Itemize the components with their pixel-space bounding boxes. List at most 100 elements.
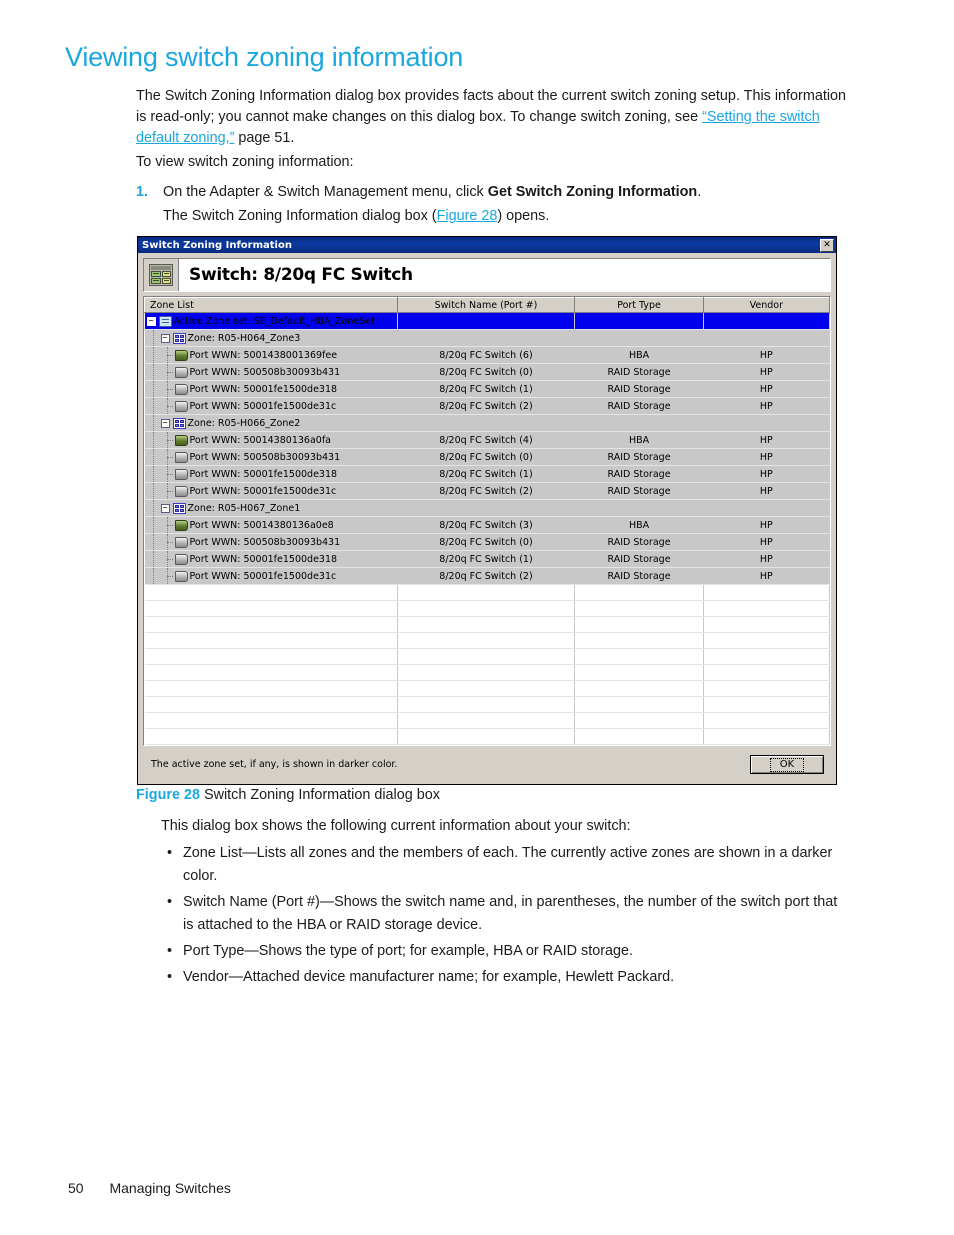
tree-guide bbox=[147, 415, 161, 431]
empty-cell bbox=[703, 632, 831, 649]
tree-node[interactable]: Port WWN: 50001fe1500de318 bbox=[145, 551, 397, 567]
empty-table-row bbox=[144, 632, 831, 649]
tree-guide bbox=[161, 364, 175, 380]
tree-node[interactable]: Port WWN: 50001fe1500de318 bbox=[145, 381, 397, 397]
table-row[interactable]: Port WWN: 500508b30093b431 8/20q FC Switc… bbox=[144, 448, 831, 466]
description-lead: This dialog box shows the following curr… bbox=[161, 818, 631, 834]
empty-cell bbox=[397, 696, 576, 713]
zone-list-cell[interactable]: Port WWN: 500508b30093b431 bbox=[144, 363, 398, 381]
tree-node[interactable]: Port WWN: 50001fe1500de31c bbox=[145, 568, 397, 584]
tree-guide bbox=[161, 534, 175, 550]
column-header-zone-list[interactable]: Zone List bbox=[144, 297, 398, 313]
tree-node[interactable]: Port WWN: 500508b30093b431 bbox=[145, 364, 397, 380]
empty-cell bbox=[397, 616, 576, 633]
tree-node[interactable]: − Active Zone set: SE_Default_HBA_ZoneSet bbox=[145, 313, 397, 329]
table-row[interactable]: Port WWN: 50001fe1500de318 8/20q FC Switc… bbox=[144, 465, 831, 483]
table-row[interactable]: Port WWN: 50001fe1500de31c 8/20q FC Switc… bbox=[144, 482, 831, 500]
port-type-cell: HBA bbox=[574, 346, 704, 364]
zone-list-cell[interactable]: Port WWN: 500508b30093b431 bbox=[144, 533, 398, 551]
ok-button[interactable]: OK bbox=[750, 755, 824, 774]
tree-node[interactable]: Port WWN: 50001fe1500de31c bbox=[145, 483, 397, 499]
to-view-paragraph: To view switch zoning information: bbox=[136, 154, 354, 170]
table-row[interactable]: Port WWN: 50001fe1500de318 8/20q FC Switc… bbox=[144, 550, 831, 568]
port-type-cell bbox=[574, 414, 704, 432]
empty-cell bbox=[144, 616, 398, 633]
figure-28-link[interactable]: Figure 28 bbox=[437, 208, 498, 224]
dialog-titlebar[interactable]: Switch Zoning Information ✕ bbox=[138, 237, 836, 253]
table-row[interactable]: Port WWN: 500508b30093b431 8/20q FC Switc… bbox=[144, 533, 831, 551]
tree-node-label: Zone: R05-H066_Zone2 bbox=[187, 417, 301, 429]
expander-toggle[interactable]: − bbox=[146, 316, 156, 326]
table-row[interactable]: − Active Zone set: SE_Default_HBA_ZoneSet bbox=[144, 312, 831, 330]
tree-node[interactable]: Port WWN: 50001fe1500de31c bbox=[145, 398, 397, 414]
table-row[interactable]: Port WWN: 50001fe1500de318 8/20q FC Switc… bbox=[144, 380, 831, 398]
table-row[interactable]: − Zone: R05-H066_Zone2 bbox=[144, 414, 831, 432]
table-row[interactable]: − Zone: R05-H067_Zone1 bbox=[144, 499, 831, 517]
tree-node[interactable]: − Zone: R05-H066_Zone2 bbox=[145, 415, 397, 431]
empty-cell bbox=[574, 712, 704, 729]
zone-list-cell[interactable]: Port WWN: 50001fe1500de318 bbox=[144, 550, 398, 568]
table-row[interactable]: − Zone: R05-H064_Zone3 bbox=[144, 329, 831, 347]
expander-toggle[interactable]: − bbox=[160, 503, 170, 513]
zone-list-cell[interactable]: Port WWN: 50001fe1500de31c bbox=[144, 567, 398, 585]
zone-list-cell[interactable]: − Active Zone set: SE_Default_HBA_ZoneSet bbox=[144, 312, 398, 330]
figure-caption: Figure 28 Switch Zoning Information dial… bbox=[136, 787, 440, 803]
zone-list-cell[interactable]: Port WWN: 50014380136a0fa bbox=[144, 431, 398, 449]
table-row[interactable]: Port WWN: 50014380136a0fa 8/20q FC Switch… bbox=[144, 431, 831, 449]
table-row[interactable]: Port WWN: 50014380136a0e8 8/20q FC Switch… bbox=[144, 516, 831, 534]
empty-cell bbox=[703, 648, 831, 665]
zone-list-cell[interactable]: Port WWN: 500508b30093b431 bbox=[144, 448, 398, 466]
tree-node[interactable]: Port WWN: 500508b30093b431 bbox=[145, 449, 397, 465]
zone-list-cell[interactable]: − Zone: R05-H067_Zone1 bbox=[144, 499, 398, 517]
tree-node[interactable]: Port WWN: 5001438001369fee bbox=[145, 347, 397, 363]
expander-toggle[interactable]: − bbox=[160, 333, 170, 343]
tree-node[interactable]: Port WWN: 50014380136a0fa bbox=[145, 432, 397, 448]
tree-node[interactable]: − Zone: R05-H067_Zone1 bbox=[145, 500, 397, 516]
tree-node[interactable]: Port WWN: 50014380136a0e8 bbox=[145, 517, 397, 533]
zone-list-cell[interactable]: Port WWN: 50001fe1500de31c bbox=[144, 482, 398, 500]
empty-cell bbox=[397, 632, 576, 649]
table-row[interactable]: Port WWN: 5001438001369fee 8/20q FC Switc… bbox=[144, 346, 831, 364]
description-bullets: Zone List—Lists all zones and the member… bbox=[161, 842, 851, 989]
zone-list-cell[interactable]: − Zone: R05-H064_Zone3 bbox=[144, 329, 398, 347]
zone-list-cell[interactable]: − Zone: R05-H066_Zone2 bbox=[144, 414, 398, 432]
empty-cell bbox=[144, 712, 398, 729]
zone-list-cell[interactable]: Port WWN: 5001438001369fee bbox=[144, 346, 398, 364]
intro-paragraph: The Switch Zoning Information dialog box… bbox=[136, 86, 848, 149]
empty-cell bbox=[397, 648, 576, 665]
port-type-cell: RAID Storage bbox=[574, 380, 704, 398]
list-item: Switch Name (Port #)—Shows the switch na… bbox=[161, 891, 851, 937]
tree-guide bbox=[147, 551, 161, 567]
tree-node-label: Port WWN: 5001438001369fee bbox=[189, 349, 338, 361]
table-row[interactable]: Port WWN: 500508b30093b431 8/20q FC Switc… bbox=[144, 363, 831, 381]
port-type-cell: RAID Storage bbox=[574, 448, 704, 466]
column-header-vendor[interactable]: Vendor bbox=[702, 297, 831, 313]
zone-icon bbox=[172, 502, 186, 514]
tree-guide bbox=[147, 534, 161, 550]
tree-guide bbox=[161, 381, 175, 397]
list-item: Vendor—Attached device manufacturer name… bbox=[161, 966, 851, 989]
table-row[interactable]: Port WWN: 50001fe1500de31c 8/20q FC Switc… bbox=[144, 567, 831, 585]
port-type-cell bbox=[574, 329, 704, 347]
zone-list-cell[interactable]: Port WWN: 50001fe1500de318 bbox=[144, 380, 398, 398]
port-icon bbox=[174, 536, 188, 548]
column-header-switch-name[interactable]: Switch Name (Port #) bbox=[396, 297, 576, 313]
zone-list-cell[interactable]: Port WWN: 50014380136a0e8 bbox=[144, 516, 398, 534]
empty-cell bbox=[574, 680, 704, 697]
zone-list-cell[interactable]: Port WWN: 50001fe1500de31c bbox=[144, 397, 398, 415]
column-header-port-type[interactable]: Port Type bbox=[574, 297, 704, 313]
table-row[interactable]: Port WWN: 50001fe1500de31c 8/20q FC Switc… bbox=[144, 397, 831, 415]
tree-guide bbox=[161, 551, 175, 567]
empty-table-row bbox=[144, 728, 831, 745]
port-icon bbox=[174, 400, 188, 412]
expander-toggle[interactable]: − bbox=[160, 418, 170, 428]
tree-node[interactable]: Port WWN: 50001fe1500de318 bbox=[145, 466, 397, 482]
port-type-cell: HBA bbox=[574, 516, 704, 534]
ok-button-label: OK bbox=[769, 757, 805, 772]
close-icon[interactable]: ✕ bbox=[820, 238, 834, 252]
tree-node[interactable]: − Zone: R05-H064_Zone3 bbox=[145, 330, 397, 346]
zone-list-cell[interactable]: Port WWN: 50001fe1500de318 bbox=[144, 465, 398, 483]
vendor-cell: HP bbox=[703, 482, 831, 500]
tree-node-label: Port WWN: 500508b30093b431 bbox=[189, 536, 341, 548]
tree-node[interactable]: Port WWN: 500508b30093b431 bbox=[145, 534, 397, 550]
